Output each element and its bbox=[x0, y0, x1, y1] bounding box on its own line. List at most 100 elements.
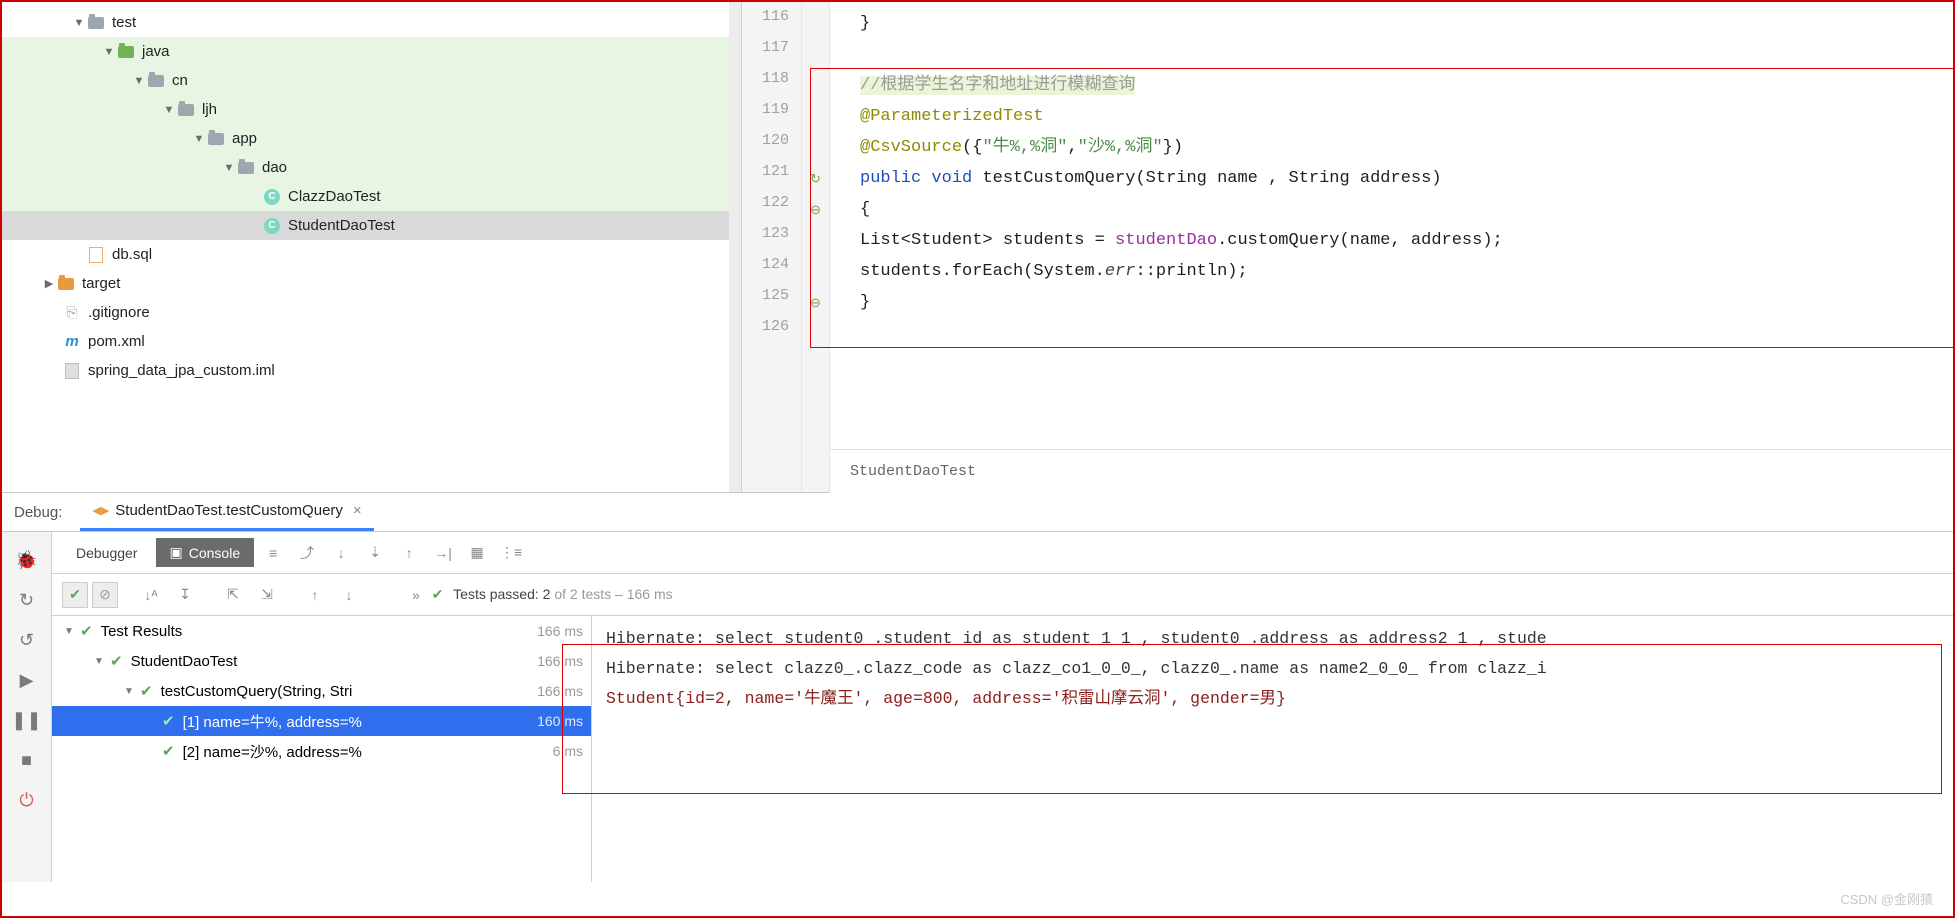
step-over-icon[interactable]: ⤴ bbox=[292, 538, 322, 568]
code-annotation: @CsvSource bbox=[860, 138, 962, 157]
tab-debugger[interactable]: Debugger bbox=[62, 539, 152, 567]
exit-icon[interactable]: ⏻ bbox=[2, 780, 51, 820]
test-class[interactable]: ▼ ✔ StudentDaoTest 166 ms bbox=[52, 646, 591, 676]
run-config-icon: ◀▶ bbox=[92, 504, 109, 517]
next-icon[interactable]: ↓ bbox=[334, 580, 364, 610]
debug-tabs-row: Debugger ▣Console ≡ ⤴ ↓ ⇣ ↑ →| ▦ ⋮≡ bbox=[52, 532, 1953, 574]
chevron-down-icon[interactable] bbox=[222, 162, 236, 174]
tree-item-test[interactable]: test bbox=[2, 8, 741, 37]
tree-item-clazzdaotest[interactable]: ClazzDaoTest bbox=[2, 182, 741, 211]
tree-label: cn bbox=[172, 72, 188, 89]
check-icon: ✔ bbox=[80, 622, 93, 640]
resume-icon[interactable]: ▶ bbox=[2, 660, 51, 700]
step-into-icon[interactable]: ↓ bbox=[326, 538, 356, 568]
test-toolbar: ✔ ⊘ ↓ᴬ ↧ ⇱ ⇲ ↑ ↓ » ✔ Tests passed: 2 of … bbox=[52, 574, 1953, 616]
test-method[interactable]: ▼ ✔ testCustomQuery(String, Stri 166 ms bbox=[52, 676, 591, 706]
scrollbar[interactable] bbox=[729, 2, 741, 492]
tree-label: ClazzDaoTest bbox=[288, 188, 381, 205]
evaluate-icon[interactable]: ▦ bbox=[462, 538, 492, 568]
console-icon: ▣ bbox=[170, 544, 183, 561]
console-line-error: Student{id=2, name='牛魔王', age=800, addre… bbox=[606, 684, 1939, 714]
sort-icon[interactable]: ↓ᴬ bbox=[136, 580, 166, 610]
tree-label: target bbox=[82, 275, 120, 292]
code-line: } bbox=[860, 14, 870, 33]
settings-icon[interactable]: ≡ bbox=[258, 538, 288, 568]
chevron-down-icon[interactable] bbox=[192, 133, 206, 145]
tree-item-java[interactable]: java bbox=[2, 37, 741, 66]
tree-item-cn[interactable]: cn bbox=[2, 66, 741, 95]
expand-all-icon[interactable]: ⇲ bbox=[252, 580, 282, 610]
more-icon[interactable]: ⋮≡ bbox=[496, 538, 526, 568]
close-icon[interactable]: × bbox=[353, 502, 362, 519]
tree-item-dbsql[interactable]: db.sql bbox=[2, 240, 741, 269]
line-number: 125 bbox=[742, 287, 801, 318]
show-ignored-icon[interactable]: ⊘ bbox=[92, 582, 118, 608]
debug-icon[interactable]: 🐞 bbox=[2, 540, 51, 580]
debug-config-tab[interactable]: ◀▶ StudentDaoTest.testCustomQuery × bbox=[80, 493, 373, 531]
tree-label: pom.xml bbox=[88, 333, 145, 350]
rerun-failed-icon[interactable]: ↺ bbox=[2, 620, 51, 660]
test-run-1[interactable]: ✔ [1] name=牛%, address=% 160 ms bbox=[52, 706, 591, 736]
project-tree[interactable]: test java cn ljh app dao Cl bbox=[2, 2, 742, 492]
line-number: 117 bbox=[742, 39, 801, 70]
folder-icon bbox=[206, 129, 226, 149]
check-icon: ✔ bbox=[110, 652, 123, 670]
line-number: 122 bbox=[742, 194, 801, 225]
code-editor[interactable]: 116 117 118 119 120 121 122 123 124 125 … bbox=[742, 2, 1953, 492]
chevron-down-icon[interactable] bbox=[72, 17, 86, 29]
line-number: 121 bbox=[742, 163, 801, 194]
tree-item-ljh[interactable]: ljh bbox=[2, 95, 741, 124]
tree-label: dao bbox=[262, 159, 287, 176]
tree-label: db.sql bbox=[112, 246, 152, 263]
tree-label: StudentDaoTest bbox=[288, 217, 395, 234]
sql-file-icon bbox=[86, 245, 106, 265]
folder-icon bbox=[56, 274, 76, 294]
debug-tool-window-header: Debug: ◀▶ StudentDaoTest.testCustomQuery… bbox=[2, 492, 1953, 532]
tree-item-iml[interactable]: spring_data_jpa_custom.iml bbox=[2, 356, 741, 385]
code-area[interactable]: } //根据学生名字和地址进行模糊查询 @ParameterizedTest @… bbox=[830, 2, 1953, 492]
line-number: 118 bbox=[742, 70, 801, 101]
force-step-into-icon[interactable]: ⇣ bbox=[360, 538, 390, 568]
console-output[interactable]: Hibernate: select student0_.student_id a… bbox=[592, 616, 1953, 882]
rerun-icon[interactable]: ↻ bbox=[2, 580, 51, 620]
tree-item-app[interactable]: app bbox=[2, 124, 741, 153]
debug-config-title: StudentDaoTest.testCustomQuery bbox=[115, 502, 343, 519]
line-number: 126 bbox=[742, 318, 801, 349]
pause-icon[interactable]: ❚❚ bbox=[2, 700, 51, 740]
prev-icon[interactable]: ↑ bbox=[300, 580, 330, 610]
tree-item-studentdaotest[interactable]: StudentDaoTest bbox=[2, 211, 741, 240]
chevron-down-icon[interactable] bbox=[102, 46, 116, 58]
class-icon bbox=[262, 187, 282, 207]
stop-icon[interactable]: ■ bbox=[2, 740, 51, 780]
run-to-cursor-icon[interactable]: →| bbox=[428, 538, 458, 568]
chevron-down-icon[interactable]: ▼ bbox=[122, 686, 136, 697]
chevron-down-icon[interactable] bbox=[132, 75, 146, 87]
tree-item-gitignore[interactable]: ⎘ .gitignore bbox=[2, 298, 741, 327]
test-results-tree[interactable]: ▼ ✔ Test Results 166 ms ▼ ✔ StudentDaoTe… bbox=[52, 616, 592, 882]
chevron-right-icon[interactable] bbox=[42, 277, 56, 290]
code-annotation: @ParameterizedTest bbox=[860, 107, 1044, 126]
chevron-down-icon[interactable] bbox=[162, 104, 176, 116]
chevron-down-icon[interactable]: ▼ bbox=[92, 656, 106, 667]
collapse-icon[interactable]: ⇱ bbox=[218, 580, 248, 610]
run-gutter-icon[interactable]: ↻ bbox=[802, 163, 829, 194]
chevron-down-icon[interactable]: ▼ bbox=[62, 626, 76, 637]
test-status: ✔ Tests passed: 2 of 2 tests – 166 ms bbox=[432, 586, 673, 603]
tree-item-dao[interactable]: dao bbox=[2, 153, 741, 182]
tree-item-pom[interactable]: pom.xml bbox=[2, 327, 741, 356]
tree-item-target[interactable]: target bbox=[2, 269, 741, 298]
test-root[interactable]: ▼ ✔ Test Results 166 ms bbox=[52, 616, 591, 646]
iml-file-icon bbox=[62, 361, 82, 381]
folder-icon bbox=[236, 158, 256, 178]
tree-label: ljh bbox=[202, 101, 217, 118]
check-icon: ✔ bbox=[432, 586, 444, 602]
tab-console[interactable]: ▣Console bbox=[156, 538, 255, 567]
test-run-2[interactable]: ✔ [2] name=沙%, address=% 6 ms bbox=[52, 736, 591, 766]
show-passed-icon[interactable]: ✔ bbox=[62, 582, 88, 608]
breadcrumb[interactable]: StudentDaoTest bbox=[830, 449, 1953, 493]
tree-label: .gitignore bbox=[88, 304, 150, 321]
expand-icon[interactable]: ↧ bbox=[170, 580, 200, 610]
step-out-icon[interactable]: ↑ bbox=[394, 538, 424, 568]
code-line: { bbox=[860, 200, 870, 219]
code-comment: //根据学生名字和地址进行模糊查询 bbox=[860, 76, 1135, 95]
